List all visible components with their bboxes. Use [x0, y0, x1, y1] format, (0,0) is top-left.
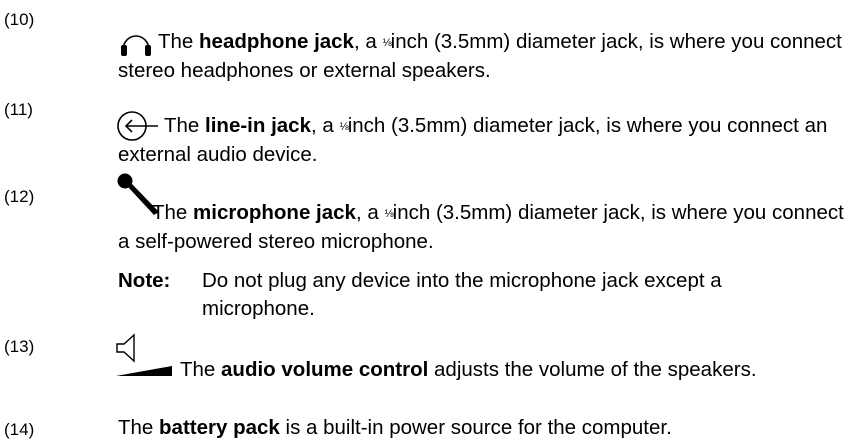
item-text: The line-in jack, a ⅛inch (3.5mm) diamet…: [118, 114, 828, 166]
term-audio-volume-control: audio volume control: [221, 358, 429, 381]
item-number: (10): [4, 10, 35, 29]
item-number: (14): [4, 420, 35, 439]
term-headphone-jack: headphone jack: [199, 30, 354, 53]
note: Note: Do not plug any device into the mi…: [118, 267, 838, 323]
item-number: (13): [4, 337, 35, 356]
item-text: The microphone jack, a ⅛inch (3.5mm) dia…: [118, 201, 844, 253]
item-number: (12): [4, 187, 35, 206]
item-text: The headphone jack, a ⅛inch (3.5mm) diam…: [118, 30, 842, 82]
term-line-in-jack: line-in jack: [205, 114, 311, 137]
note-text: Do not plug any device into the micropho…: [202, 269, 722, 320]
term-microphone-jack: microphone jack: [193, 201, 356, 224]
note-label: Note:: [118, 269, 171, 292]
item-text: The audio volume control adjusts the vol…: [180, 358, 757, 381]
term-battery-pack: battery pack: [159, 416, 280, 439]
item-number: (11): [4, 100, 33, 119]
item-text: The battery pack is a built-in power sou…: [118, 416, 672, 439]
